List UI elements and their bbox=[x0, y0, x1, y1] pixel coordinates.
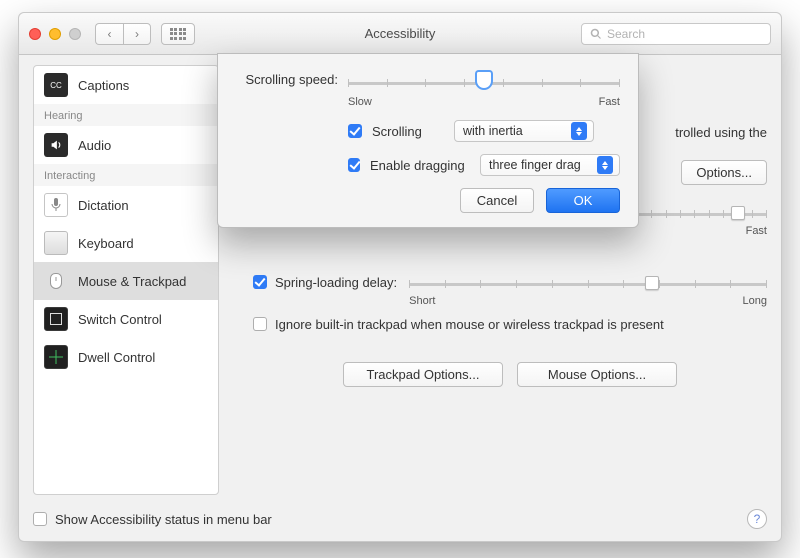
zoom-icon[interactable] bbox=[69, 28, 81, 40]
show-status-checkbox[interactable] bbox=[33, 512, 47, 526]
back-button[interactable]: ‹ bbox=[95, 23, 123, 45]
sidebar-item-label: Audio bbox=[78, 138, 111, 153]
sidebar-item-mouse-trackpad[interactable]: Mouse & Trackpad bbox=[34, 262, 218, 300]
speaker-icon bbox=[44, 133, 68, 157]
slider-long-label: Long bbox=[743, 295, 767, 307]
sidebar-item-label: Mouse & Trackpad bbox=[78, 274, 186, 289]
spring-loading-slider[interactable] bbox=[409, 275, 767, 293]
ok-button[interactable]: OK bbox=[546, 188, 620, 213]
enable-dragging-checkbox[interactable] bbox=[348, 158, 360, 172]
scrolling-speed-slider[interactable] bbox=[348, 72, 620, 94]
sidebar-item-label: Switch Control bbox=[78, 312, 162, 327]
spring-loading-checkbox[interactable] bbox=[253, 275, 267, 289]
show-all-button[interactable] bbox=[161, 23, 195, 45]
search-input[interactable]: Search bbox=[581, 23, 771, 45]
close-icon[interactable] bbox=[29, 28, 41, 40]
scrolling-mode-value: with inertia bbox=[463, 124, 523, 138]
cancel-button[interactable]: Cancel bbox=[460, 188, 534, 213]
mouse-icon bbox=[44, 269, 68, 293]
options-button[interactable]: Options... bbox=[681, 160, 767, 185]
sidebar-item-captions[interactable]: CC Captions bbox=[34, 66, 218, 104]
ignore-trackpad-checkbox[interactable] bbox=[253, 317, 267, 331]
sidebar-item-dictation[interactable]: Dictation bbox=[34, 186, 218, 224]
enable-dragging-label: Enable dragging bbox=[370, 158, 470, 173]
slider-short-label: Short bbox=[409, 295, 435, 307]
captions-icon: CC bbox=[44, 73, 68, 97]
trackpad-options-sheet: Scrolling speed: Slow Fast Scrolling wit… bbox=[217, 53, 639, 228]
chevron-right-icon: › bbox=[135, 27, 139, 41]
help-icon: ? bbox=[754, 512, 761, 526]
sidebar-item-audio[interactable]: Audio bbox=[34, 126, 218, 164]
sidebar-item-keyboard[interactable]: Keyboard bbox=[34, 224, 218, 262]
scrolling-speed-label: Scrolling speed: bbox=[236, 72, 338, 87]
spring-loading-label: Spring-loading delay: bbox=[275, 275, 397, 290]
sidebar-item-label: Dictation bbox=[78, 198, 129, 213]
slider-fast-label: Fast bbox=[599, 96, 620, 108]
titlebar: ‹ › Accessibility Search bbox=[19, 13, 781, 55]
dwell-control-icon bbox=[44, 345, 68, 369]
nav-back-forward: ‹ › bbox=[95, 23, 151, 45]
help-button[interactable]: ? bbox=[747, 509, 767, 529]
show-status-label: Show Accessibility status in menu bar bbox=[55, 512, 272, 527]
sidebar-item-label: Keyboard bbox=[78, 236, 134, 251]
footer: Show Accessibility status in menu bar ? bbox=[33, 509, 767, 529]
grid-icon bbox=[170, 28, 187, 40]
double-click-speed-slider[interactable] bbox=[637, 205, 767, 223]
sidebar-section-interacting: Interacting bbox=[34, 164, 218, 186]
stepper-icon bbox=[571, 122, 587, 140]
sidebar: CC Captions Hearing Audio Interacting Di… bbox=[33, 65, 219, 495]
scrolling-checkbox[interactable] bbox=[348, 124, 362, 138]
search-icon bbox=[590, 28, 602, 40]
scrolling-mode-popup[interactable]: with inertia bbox=[454, 120, 594, 142]
window-controls bbox=[29, 28, 81, 40]
scrolling-checkbox-label: Scrolling bbox=[372, 124, 444, 139]
partial-text: trolled using the bbox=[675, 125, 767, 140]
trackpad-options-button[interactable]: Trackpad Options... bbox=[343, 362, 503, 387]
slider-fast-label: Fast bbox=[746, 225, 767, 237]
search-placeholder: Search bbox=[607, 27, 645, 41]
sidebar-section-hearing: Hearing bbox=[34, 104, 218, 126]
minimize-icon[interactable] bbox=[49, 28, 61, 40]
sidebar-item-label: Captions bbox=[78, 78, 129, 93]
spring-loading-row: Spring-loading delay: Short Long bbox=[253, 275, 767, 307]
accessibility-window: ‹ › Accessibility Search CC Captions Hea… bbox=[18, 12, 782, 542]
sidebar-item-label: Dwell Control bbox=[78, 350, 155, 365]
microphone-icon bbox=[44, 193, 68, 217]
slider-slow-label: Slow bbox=[348, 96, 372, 108]
sidebar-item-switch-control[interactable]: Switch Control bbox=[34, 300, 218, 338]
switch-control-icon bbox=[44, 307, 68, 331]
dragging-mode-value: three finger drag bbox=[489, 158, 581, 172]
mouse-options-button[interactable]: Mouse Options... bbox=[517, 362, 677, 387]
chevron-left-icon: ‹ bbox=[108, 27, 112, 41]
dragging-mode-popup[interactable]: three finger drag bbox=[480, 154, 620, 176]
ignore-trackpad-row: Ignore built-in trackpad when mouse or w… bbox=[253, 317, 767, 332]
ignore-trackpad-label: Ignore built-in trackpad when mouse or w… bbox=[275, 317, 664, 332]
forward-button[interactable]: › bbox=[123, 23, 151, 45]
keyboard-icon bbox=[44, 231, 68, 255]
stepper-icon bbox=[597, 156, 613, 174]
sidebar-item-dwell-control[interactable]: Dwell Control bbox=[34, 338, 218, 376]
